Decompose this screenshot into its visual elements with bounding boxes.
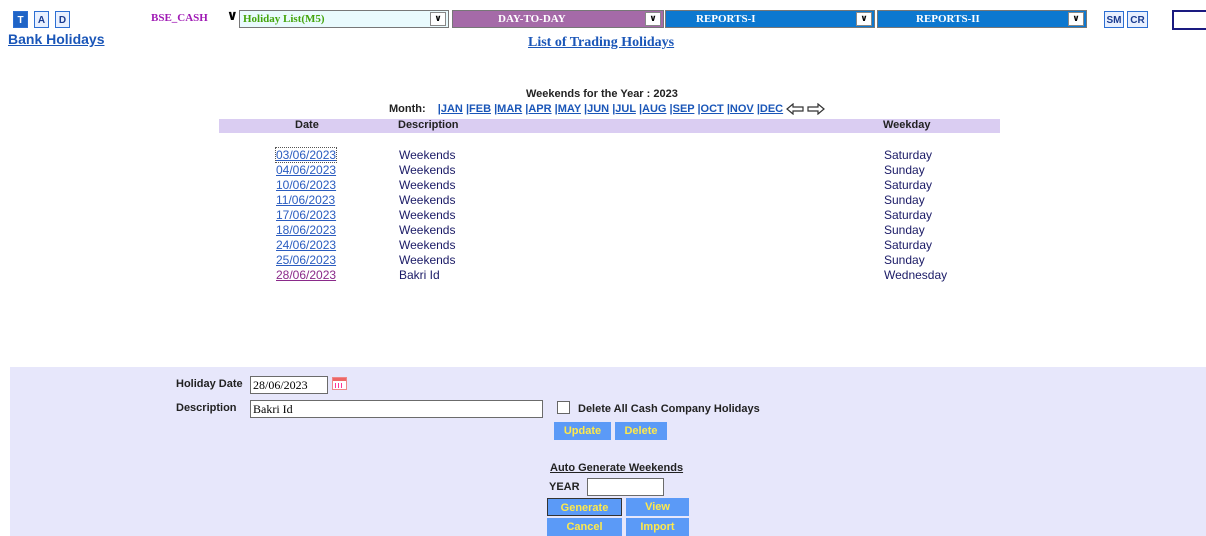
date-link[interactable]: 10/06/2023	[276, 178, 336, 192]
table-row: 03/06/2023 Weekends Saturday	[0, 147, 1206, 163]
month-link-dec[interactable]: |DEC	[757, 103, 783, 115]
date-link[interactable]: 17/06/2023	[276, 208, 336, 222]
description-cell: Weekends	[399, 178, 456, 192]
table-header: Date Description Weekday	[219, 119, 1000, 133]
weekends-heading: Weekends for the Year : 2023	[526, 88, 678, 100]
year-label: YEAR	[549, 481, 580, 493]
exchange-select[interactable]: BSE_CASH ∨	[146, 10, 238, 28]
description-cell: Weekends	[399, 253, 456, 267]
description-cell: Weekends	[399, 208, 456, 222]
toolbar-box	[1172, 10, 1206, 30]
reports-2-label: REPORTS-II	[916, 13, 980, 25]
year-input[interactable]	[587, 478, 664, 496]
chevron-down-icon: ∨	[226, 10, 238, 24]
month-nav-label: Month:	[389, 103, 426, 115]
table-row: 17/06/2023 Weekends Saturday	[0, 208, 1206, 223]
month-link-jun[interactable]: |JUN	[584, 103, 609, 115]
description-cell: Weekends	[399, 163, 456, 177]
table-row: 25/06/2023 Weekends Sunday	[0, 253, 1206, 268]
arrow-left-icon[interactable]	[786, 102, 804, 116]
chevron-down-icon: ∨	[856, 12, 872, 26]
day-to-day-label: DAY-TO-DAY	[498, 13, 566, 25]
month-link-sep[interactable]: |SEP	[670, 103, 695, 115]
month-link-nov[interactable]: |NOV	[727, 103, 754, 115]
delete-all-checkbox[interactable]	[557, 401, 570, 414]
weekday-cell: Saturday	[884, 208, 933, 222]
date-link[interactable]: 11/06/2023	[276, 193, 335, 207]
month-link-mar[interactable]: |MAR	[494, 103, 522, 115]
holiday-date-input[interactable]	[250, 376, 328, 394]
description-cell: Weekends	[399, 148, 456, 162]
reports-1-label: REPORTS-I	[696, 13, 756, 25]
column-header-date: Date	[295, 119, 319, 131]
month-nav: Month: |JAN |FEB |MAR |APR |MAY |JUN |JU…	[389, 102, 826, 116]
mode-button-a[interactable]: A	[34, 11, 49, 28]
month-link-may[interactable]: |MAY	[555, 103, 581, 115]
exchange-select-value: BSE_CASH	[151, 12, 208, 24]
date-link[interactable]: 25/06/2023	[276, 253, 336, 267]
view-button[interactable]: View	[626, 498, 689, 516]
update-button[interactable]: Update	[554, 422, 611, 440]
page-title: List of Trading Holidays	[528, 35, 675, 50]
month-link-oct[interactable]: |OCT	[697, 103, 723, 115]
description-cell: Bakri Id	[399, 268, 440, 282]
arrow-right-icon[interactable]	[807, 102, 826, 116]
weekday-cell: Saturday	[884, 238, 933, 252]
table-row: 28/06/2023 Bakri Id Wednesday	[0, 268, 1206, 283]
description-cell: Weekends	[399, 223, 456, 237]
table-row: 18/06/2023 Weekends Sunday	[0, 223, 1206, 238]
chevron-down-icon: ∨	[645, 12, 661, 26]
date-link[interactable]: 03/06/2023	[274, 147, 338, 163]
auto-generate-heading: Auto Generate Weekends	[550, 462, 684, 474]
table-row: 24/06/2023 Weekends Saturday	[0, 238, 1206, 253]
month-link-jul[interactable]: |JUL	[612, 103, 636, 115]
sm-button[interactable]: SM	[1104, 11, 1124, 28]
chevron-down-icon: ∨	[1068, 12, 1084, 26]
column-header-description: Description	[398, 119, 459, 131]
reports-2-menu[interactable]: REPORTS-II ∨	[877, 10, 1087, 28]
reports-1-menu[interactable]: REPORTS-I ∨	[665, 10, 875, 28]
weekday-cell: Sunday	[884, 253, 925, 267]
day-to-day-menu[interactable]: DAY-TO-DAY ∨	[452, 10, 664, 28]
weekday-cell: Saturday	[884, 178, 933, 192]
column-header-weekday: Weekday	[883, 119, 931, 131]
month-link-aug[interactable]: |AUG	[639, 103, 667, 115]
delete-all-label: Delete All Cash Company Holidays	[578, 403, 760, 415]
month-link-jan[interactable]: |JAN	[438, 103, 463, 115]
date-link[interactable]: 18/06/2023	[276, 223, 336, 237]
table-row: 04/06/2023 Weekends Sunday	[0, 163, 1206, 178]
month-link-apr[interactable]: |APR	[525, 103, 551, 115]
weekday-cell: Saturday	[884, 148, 933, 162]
weekday-cell: Sunday	[884, 193, 925, 207]
description-cell: Weekends	[399, 193, 456, 207]
module-select[interactable]: Holiday List(M5) ∨	[239, 10, 449, 28]
calendar-icon[interactable]	[332, 377, 347, 390]
generate-button[interactable]: Generate	[547, 498, 622, 516]
date-link[interactable]: 24/06/2023	[276, 238, 336, 252]
date-link[interactable]: 28/06/2023	[276, 268, 336, 282]
mode-button-t[interactable]: T	[13, 11, 28, 28]
weekday-cell: Sunday	[884, 163, 925, 177]
import-button[interactable]: Import	[626, 518, 689, 536]
table-row: 10/06/2023 Weekends Saturday	[0, 178, 1206, 193]
date-link[interactable]: 04/06/2023	[276, 163, 336, 177]
description-cell: Weekends	[399, 238, 456, 252]
month-link-feb[interactable]: |FEB	[466, 103, 491, 115]
description-label: Description	[176, 402, 237, 414]
weekday-cell: Wednesday	[884, 268, 948, 282]
module-select-value: Holiday List(M5)	[243, 13, 325, 25]
cancel-button[interactable]: Cancel	[547, 518, 622, 536]
delete-button[interactable]: Delete	[615, 422, 667, 440]
description-input[interactable]	[250, 400, 543, 418]
chevron-down-icon: ∨	[430, 12, 446, 26]
weekday-cell: Sunday	[884, 223, 925, 237]
table-row: 11/06/2023 Weekends Sunday	[0, 193, 1206, 208]
holiday-date-label: Holiday Date	[176, 378, 243, 390]
mode-button-d[interactable]: D	[55, 11, 70, 28]
cr-button[interactable]: CR	[1127, 11, 1148, 28]
bank-holidays-link[interactable]: Bank Holidays	[8, 31, 104, 47]
